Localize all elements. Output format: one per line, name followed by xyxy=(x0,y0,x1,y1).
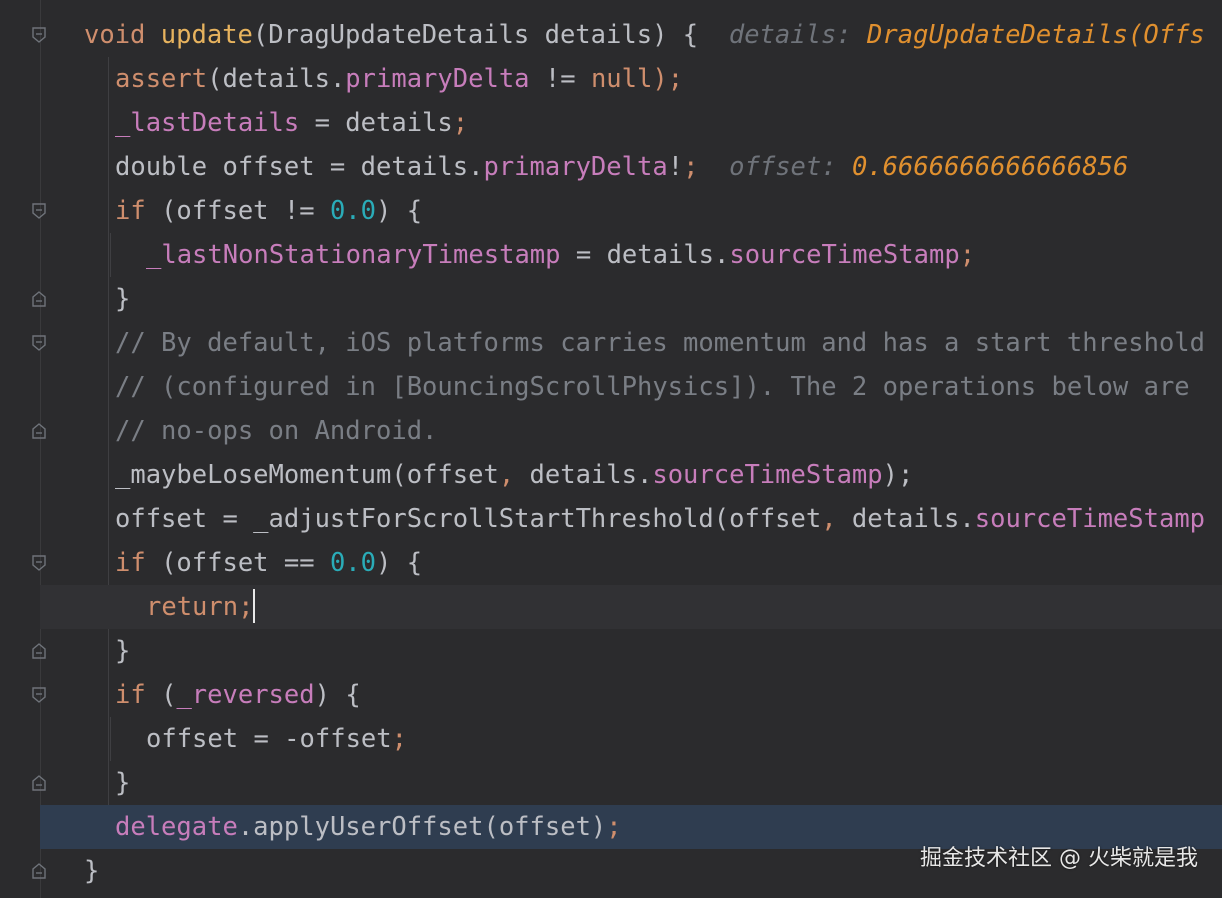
semicolon: ; xyxy=(606,812,622,842)
code-line[interactable]: // By default, iOS platforms carries mom… xyxy=(60,321,1222,365)
code-text: } xyxy=(115,284,131,314)
code-line[interactable]: if (offset == 0.0) { xyxy=(60,541,1222,585)
semicolon: ; xyxy=(391,724,407,754)
fold-close-icon[interactable] xyxy=(32,775,46,791)
property: delegate xyxy=(115,812,238,842)
keyword: if xyxy=(115,196,146,226)
fold-close-icon[interactable] xyxy=(32,423,46,439)
property: sourceTimeStamp xyxy=(652,460,883,490)
code-text: } xyxy=(115,768,131,798)
comment: // (configured in [BouncingScrollPhysics… xyxy=(115,372,1190,402)
code-text: (DragUpdateDetails details) { xyxy=(252,20,699,50)
comment: // By default, iOS platforms carries mom… xyxy=(115,328,1206,358)
code-text: offset = _adjustForScrollStartThreshold(… xyxy=(115,504,822,534)
fold-open-icon[interactable] xyxy=(32,203,46,219)
editor-gutter xyxy=(0,0,60,898)
code-text: = details. xyxy=(560,240,730,270)
property: sourceTimeStamp xyxy=(729,240,960,270)
code-line[interactable]: void update(DragUpdateDetails details) {… xyxy=(60,13,1222,57)
code-text: ( xyxy=(145,680,177,710)
keyword: return xyxy=(146,592,239,622)
code-line[interactable]: // (configured in [BouncingScrollPhysics… xyxy=(60,365,1222,409)
property: primaryDelta xyxy=(483,152,668,182)
code-line[interactable]: _lastDetails = details; xyxy=(60,101,1222,145)
keyword: void xyxy=(84,20,146,50)
comma: , xyxy=(821,504,837,534)
fold-close-icon[interactable] xyxy=(32,863,46,879)
code-line-current[interactable]: return; xyxy=(40,585,1222,629)
gutter-divider xyxy=(40,0,41,898)
number-literal: 0.0 xyxy=(329,196,377,226)
code-editor[interactable]: void update(DragUpdateDetails details) {… xyxy=(40,0,1222,898)
comma: , xyxy=(498,460,515,490)
code-text: ); xyxy=(652,64,684,94)
keyword: if xyxy=(115,548,146,578)
fold-open-icon[interactable] xyxy=(32,555,46,571)
code-line[interactable]: } xyxy=(60,761,1222,805)
fold-close-icon[interactable] xyxy=(32,643,46,659)
code-text: (offset != xyxy=(145,196,330,226)
function-name: assert xyxy=(115,64,208,94)
keyword: if xyxy=(115,680,146,710)
debug-hint-label: details: xyxy=(728,20,852,50)
code-text: } xyxy=(84,856,100,886)
code-text: offset = -offset xyxy=(146,724,392,754)
semicolon: ; xyxy=(683,152,699,182)
function-name: update xyxy=(160,20,253,50)
code-line[interactable]: offset = -offset; xyxy=(60,717,1222,761)
fold-close-icon[interactable] xyxy=(32,291,46,307)
code-line[interactable]: } xyxy=(60,629,1222,673)
text-caret xyxy=(253,589,256,623)
code-line[interactable]: assert(details.primaryDelta != null); xyxy=(60,57,1222,101)
code-text: ! xyxy=(667,152,684,182)
property: primaryDelta xyxy=(345,64,530,94)
code-text: } xyxy=(115,636,131,666)
code-line[interactable]: if (offset != 0.0) { xyxy=(60,189,1222,233)
code-text: ) { xyxy=(376,196,423,226)
debug-hint-label: offset: xyxy=(729,152,837,182)
property: _reversed xyxy=(176,680,315,710)
property: _lastNonStationaryTimestamp xyxy=(146,240,561,270)
code-text: = details xyxy=(299,108,453,138)
code-text: ) { xyxy=(376,548,423,578)
code-text: != xyxy=(529,64,591,94)
keyword: null xyxy=(590,64,653,94)
debug-hint-value: DragUpdateDetails(Offs xyxy=(867,20,1205,50)
debug-hint-value: 0.6666666666666856 xyxy=(851,152,1129,182)
code-line[interactable]: _maybeLoseMomentum(offset, details.sourc… xyxy=(60,453,1222,497)
semicolon: ; xyxy=(238,592,254,622)
number-literal: 0.0 xyxy=(329,548,377,578)
property: _lastDetails xyxy=(115,108,300,138)
code-text: ); xyxy=(882,460,914,490)
code-text: .applyUserOffset(offset) xyxy=(237,812,607,842)
fold-open-icon[interactable] xyxy=(32,687,46,703)
code-line[interactable]: if (_reversed) { xyxy=(60,673,1222,717)
code-text: details. xyxy=(836,504,975,534)
code-line[interactable]: _lastNonStationaryTimestamp = details.so… xyxy=(60,233,1222,277)
code-line[interactable]: double offset = details.primaryDelta!; o… xyxy=(60,145,1222,189)
fold-open-icon[interactable] xyxy=(32,27,46,43)
code-text: (offset == xyxy=(145,548,330,578)
fold-open-icon[interactable] xyxy=(32,335,46,351)
code-text: double offset = details. xyxy=(115,152,484,182)
code-text: _maybeLoseMomentum(offset xyxy=(115,460,499,490)
code-text: details. xyxy=(514,460,653,490)
watermark: 掘金技术社区 @ 火柴就是我 xyxy=(920,846,1198,871)
code-line[interactable]: // no-ops on Android. xyxy=(60,409,1222,453)
code-line[interactable]: } xyxy=(60,277,1222,321)
property: sourceTimeStamp xyxy=(974,504,1206,534)
code-text: ) { xyxy=(314,680,361,710)
semicolon: ; xyxy=(959,240,976,270)
code-line[interactable]: offset = _adjustForScrollStartThreshold(… xyxy=(60,497,1222,541)
code-text: (details. xyxy=(207,64,346,94)
semicolon: ; xyxy=(452,108,469,138)
comment: // no-ops on Android. xyxy=(115,416,438,446)
